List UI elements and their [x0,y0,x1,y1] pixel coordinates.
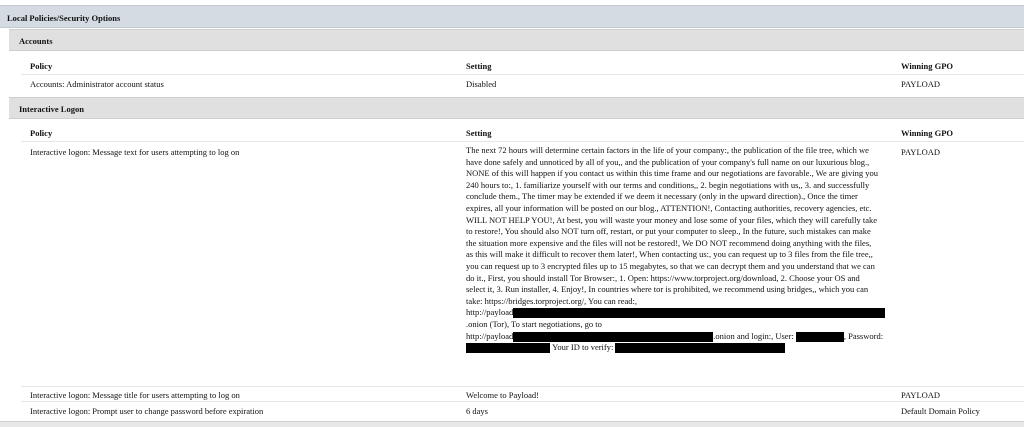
message-line: WILL NOT HELP YOU!, At best, you will wa… [466,214,878,225]
message-line: NONE of this will happen if you contact … [466,168,879,179]
message-line: do it., First, you should install Tor Br… [466,272,860,283]
redaction-bar [615,343,786,354]
message-line: 240 hours to:, 1. familiarize yourself w… [466,179,870,190]
winning-gpo: PAYLOAD [901,390,941,400]
section-header-security-options[interactable]: Local Policies/Security Options [0,5,1024,28]
subsection-header-accounts[interactable]: Accounts [9,29,1024,51]
message-line: expires, all your information will be po… [466,202,872,213]
message-line: conclude them., The timer may be extende… [466,191,858,202]
url-prefix: http://payload [466,330,514,341]
row-divider [21,386,1024,387]
redaction-bar [513,331,714,342]
message-line: as this will make it difficult to recove… [466,249,873,260]
message-line: to restore!, You should also NOT turn of… [466,226,871,237]
policy-setting: 6 days [466,406,488,416]
column-header-setting: Setting [466,61,492,71]
section-title: Local Policies/Security Options [7,13,121,23]
message-line: select it, 3. Run installer, 4. Enjoy!, … [466,284,869,295]
row-divider [21,401,1024,402]
redaction-bar [795,331,844,342]
message-line-onion-url: http://payload.onion (Tor), To start neg… [466,307,898,330]
policy-name: Interactive logon: Prompt user to change… [30,406,264,416]
bottom-divider [0,421,1024,427]
subsection-title-interactive-logon: Interactive Logon [19,104,84,114]
message-line: take: https://bridges.torproject.org/, Y… [466,295,637,306]
winning-gpo: Default Domain Policy [901,406,980,416]
message-line-verify-id: Your ID to verify: [466,342,898,354]
policy-name: Interactive logon: Message text for user… [30,147,240,157]
column-header-setting: Setting [466,128,492,138]
column-header-policy: Policy [30,61,53,71]
row-divider [21,141,1024,142]
subsection-header-interactive-logon[interactable]: Interactive Logon [9,97,1024,119]
password-label: , Password: [843,330,884,341]
message-line: have done safely and unnoticed by all of… [466,156,870,167]
redaction-bar [513,308,886,319]
message-line: The next 72 hours will determine certain… [466,145,869,155]
subsection-title-accounts: Accounts [19,36,53,46]
verify-id-label: Your ID to verify: [552,342,614,353]
winning-gpo: PAYLOAD [901,147,941,157]
login-text: .onion and login:, User: [713,330,794,341]
message-line: the situation more expensive and the fil… [466,237,872,248]
policy-name: Accounts: Administrator account status [30,79,164,89]
message-line-login: http://payload .onion and login:, User: ,… [466,331,898,343]
url-prefix: http://payload [466,307,514,318]
url-suffix: .onion (Tor), To start negotiations, go … [466,318,602,329]
policy-setting: Welcome to Payload! [466,390,539,400]
message-line: you can request up to 3 encrypted files … [466,260,875,271]
column-header-winning-gpo: Winning GPO [901,128,954,138]
policy-setting: Disabled [466,79,497,89]
logon-message-text: The next 72 hours will determine certain… [466,145,898,354]
column-header-policy: Policy [30,128,53,138]
redaction-bar [466,343,550,354]
policy-name: Interactive logon: Message title for use… [30,390,240,400]
winning-gpo: PAYLOAD [901,79,941,89]
row-divider [21,74,1024,75]
column-header-winning-gpo: Winning GPO [901,61,954,71]
